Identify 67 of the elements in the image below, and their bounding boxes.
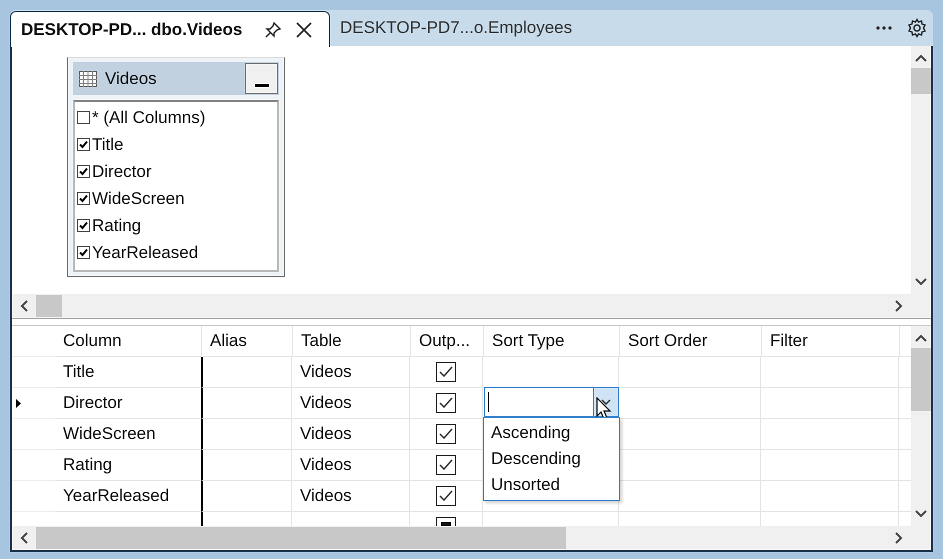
scrollbar-thumb[interactable] <box>911 68 931 94</box>
scrollbar-thumb[interactable] <box>36 295 62 317</box>
dropdown-option[interactable]: Unsorted <box>484 472 619 498</box>
table-cell: Videos <box>292 450 410 481</box>
table-cell: Videos <box>292 388 410 419</box>
table-cell: WideScreen <box>55 419 202 450</box>
minimize-icon <box>254 83 268 87</box>
checkbox[interactable] <box>436 486 456 506</box>
checkbox[interactable] <box>436 393 456 413</box>
minimize-button[interactable] <box>245 63 278 94</box>
column-header[interactable]: Table <box>293 326 411 357</box>
table-cell: Title <box>55 357 202 388</box>
checkbox[interactable] <box>436 362 456 382</box>
checkbox[interactable] <box>77 138 90 151</box>
checkbox[interactable] <box>436 455 456 475</box>
scrollbar-thumb[interactable] <box>36 527 566 549</box>
table-cell: Director <box>55 388 202 419</box>
caret-icon <box>601 399 611 405</box>
table-cell: YearReleased <box>55 481 202 512</box>
vertical-scrollbar[interactable] <box>911 46 931 294</box>
column-header[interactable]: Alias <box>202 326 293 357</box>
document-tab[interactable]: DESKTOP-PD... dbo.Videos <box>10 11 330 47</box>
column-header[interactable]: Filter <box>762 326 900 357</box>
scroll-right-icon[interactable] <box>895 300 903 312</box>
scroll-down-icon[interactable] <box>915 278 927 286</box>
horizontal-scrollbar[interactable] <box>12 526 911 550</box>
column-header[interactable]: Outp... <box>411 326 484 357</box>
table-cell: Videos <box>292 357 410 388</box>
scroll-right-icon[interactable] <box>895 532 903 544</box>
scrollbar-thumb[interactable] <box>911 348 931 411</box>
column-label: YearReleased <box>92 242 198 262</box>
settings-icon[interactable] <box>907 18 927 38</box>
current-row-icon <box>16 398 21 408</box>
dropdown-option[interactable]: Ascending <box>484 420 619 446</box>
scroll-up-icon[interactable] <box>915 334 927 342</box>
column-label: Title <box>92 134 124 154</box>
table-icon <box>79 70 97 86</box>
scroll-left-icon[interactable] <box>20 300 28 312</box>
column-label: Director <box>92 162 152 182</box>
checkbox[interactable] <box>77 165 90 178</box>
scroll-left-icon[interactable] <box>20 532 28 544</box>
column-header[interactable]: Sort Type <box>484 326 620 357</box>
checkbox[interactable] <box>77 111 90 124</box>
column-header[interactable]: Sort Order <box>620 326 762 357</box>
table-cell: Rating <box>55 450 202 481</box>
close-icon[interactable] <box>296 22 312 38</box>
checkbox[interactable] <box>436 517 456 526</box>
pin-icon[interactable] <box>264 20 282 38</box>
checkbox[interactable] <box>77 192 90 205</box>
checkbox[interactable] <box>436 424 456 444</box>
table-title: Videos <box>105 68 158 88</box>
table-cell: Videos <box>292 419 410 450</box>
scroll-down-icon[interactable] <box>915 510 927 518</box>
checkbox[interactable] <box>77 246 90 259</box>
column-label: * (All Columns) <box>92 108 206 128</box>
document-tab[interactable]: DESKTOP-PD7...o.Employees <box>330 10 582 46</box>
column-label: Rating <box>92 216 142 236</box>
dropdown-option[interactable]: Descending <box>484 446 619 472</box>
more-icon[interactable] <box>875 25 893 31</box>
column-header[interactable]: Column <box>55 326 202 357</box>
table-cell: Videos <box>292 481 410 512</box>
horizontal-scrollbar[interactable] <box>12 294 911 318</box>
checkbox[interactable] <box>77 219 90 232</box>
column-label: WideScreen <box>92 188 185 208</box>
vertical-scrollbar[interactable] <box>911 326 931 526</box>
sort-type-combo[interactable] <box>484 387 619 417</box>
scroll-up-icon[interactable] <box>915 54 927 62</box>
